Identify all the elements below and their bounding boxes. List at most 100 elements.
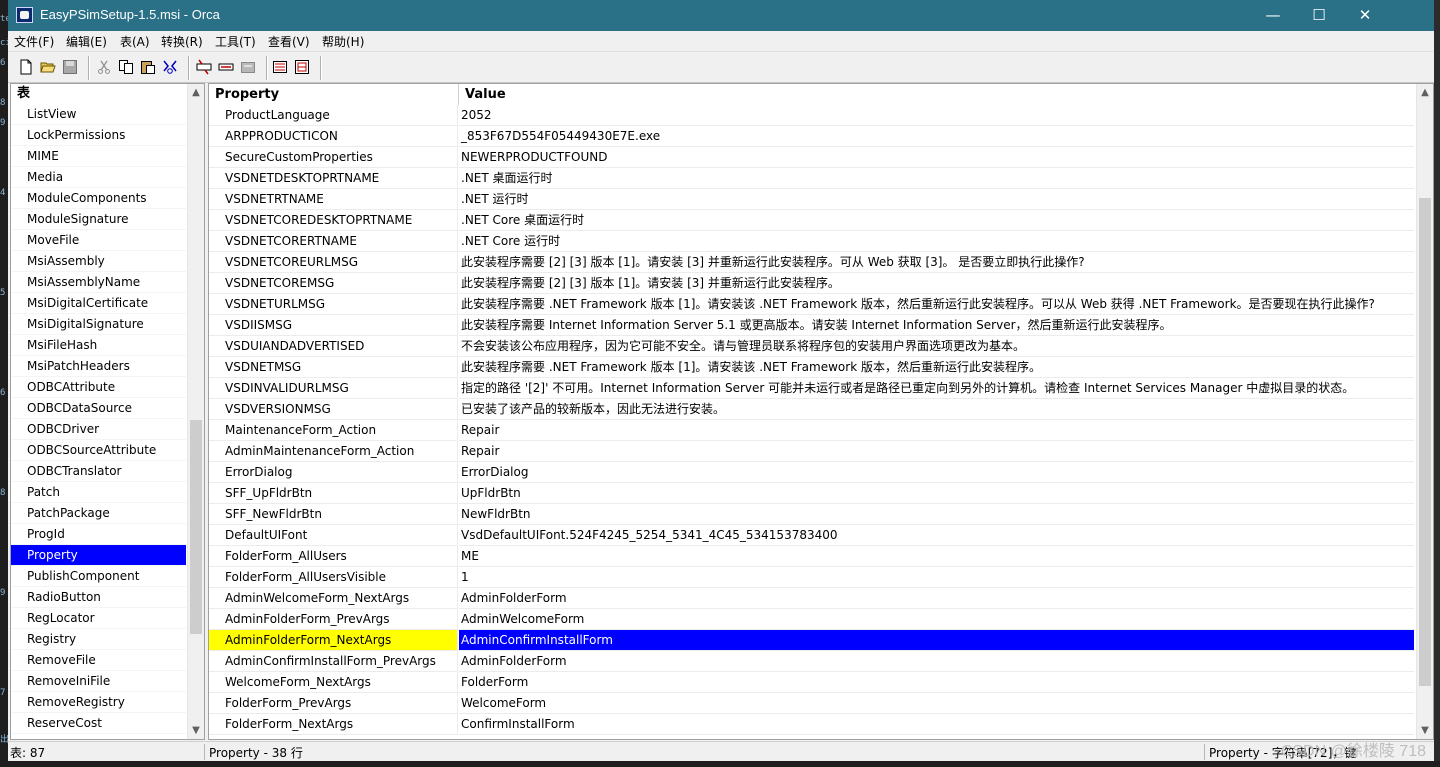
- table-row[interactable]: WelcomeForm_NextArgs FolderForm: [209, 672, 1414, 693]
- table-row[interactable]: ARPPRODUCTICON _853F67D554F05449430E7E.ex…: [209, 126, 1414, 147]
- table-list-item[interactable]: MsiPatchHeaders: [11, 356, 186, 377]
- property-cell[interactable]: AdminConfirmInstallForm_PrevArgs: [209, 651, 458, 672]
- copy-icon[interactable]: [118, 59, 134, 75]
- menu-file[interactable]: 文件(F): [14, 33, 54, 50]
- property-cell[interactable]: VSDINVALIDURLMSG: [209, 378, 458, 399]
- table-list-item[interactable]: MoveFile: [11, 230, 186, 251]
- property-cell[interactable]: SecureCustomProperties: [209, 147, 458, 168]
- table-row[interactable]: VSDNETCORERTNAME .NET Core 运行时: [209, 231, 1414, 252]
- menu-help[interactable]: 帮助(H): [322, 33, 364, 50]
- scroll-up-arrow-icon[interactable]: ▲: [188, 84, 204, 101]
- table-list-item[interactable]: RemoveFile: [11, 650, 186, 671]
- table-list-item[interactable]: PublishComponent: [11, 566, 186, 587]
- table-row[interactable]: AdminWelcomeForm_NextArgs AdminFolderForm: [209, 588, 1414, 609]
- table-row[interactable]: VSDNETRTNAME .NET 运行时: [209, 189, 1414, 210]
- table-list-item[interactable]: Registry: [11, 629, 186, 650]
- property-cell[interactable]: ARPPRODUCTICON: [209, 126, 458, 147]
- minimize-button[interactable]: —: [1250, 0, 1296, 31]
- property-cell[interactable]: FolderForm_AllUsers: [209, 546, 458, 567]
- property-cell[interactable]: VSDNETMSG: [209, 357, 458, 378]
- property-cell[interactable]: VSDNETCOREDESKTOPRTNAME: [209, 210, 458, 231]
- table-row[interactable]: MaintenanceForm_Action Repair: [209, 420, 1414, 441]
- table-row[interactable]: VSDNETDESKTOPRTNAME .NET 桌面运行时: [209, 168, 1414, 189]
- scroll-thumb[interactable]: [1419, 198, 1431, 686]
- value-cell[interactable]: 此安装程序需要 .NET Framework 版本 [1]。请安装该 .NET …: [459, 357, 1414, 378]
- value-cell[interactable]: AdminWelcomeForm: [459, 609, 1414, 630]
- property-cell[interactable]: AdminWelcomeForm_NextArgs: [209, 588, 458, 609]
- table-row[interactable]: VSDNETMSG 此安装程序需要 .NET Framework 版本 [1]。请…: [209, 357, 1414, 378]
- table-list-item[interactable]: ProgId: [11, 524, 186, 545]
- table-row[interactable]: VSDUIANDADVERTISED 不会安装该公布应用程序，因为它可能不安全。请…: [209, 336, 1414, 357]
- table-row[interactable]: SFF_NewFldrBtn NewFldrBtn: [209, 504, 1414, 525]
- save-icon[interactable]: [62, 59, 78, 75]
- table-list-item[interactable]: ODBCTranslator: [11, 461, 186, 482]
- value-cell[interactable]: Repair: [459, 441, 1414, 462]
- property-cell[interactable]: MaintenanceForm_Action: [209, 420, 458, 441]
- table-list-item[interactable]: RemoveIniFile: [11, 671, 186, 692]
- column-header-value[interactable]: Value: [459, 84, 1414, 105]
- table-list-item[interactable]: PatchPackage: [11, 503, 186, 524]
- table-row[interactable]: VSDNETURLMSG 此安装程序需要 .NET Framework 版本 [1…: [209, 294, 1414, 315]
- scroll-down-arrow-icon[interactable]: ▼: [188, 722, 204, 739]
- table-row[interactable]: FolderForm_AllUsers ME: [209, 546, 1414, 567]
- value-cell[interactable]: ME: [459, 546, 1414, 567]
- table-list-item[interactable]: ReserveCost: [11, 713, 186, 734]
- value-cell[interactable]: AdminFolderForm: [459, 588, 1414, 609]
- table-list-item[interactable]: ODBCAttribute: [11, 377, 186, 398]
- property-cell[interactable]: VSDIISMSG: [209, 315, 458, 336]
- table-list-item[interactable]: Media: [11, 167, 186, 188]
- value-cell[interactable]: NEWERPRODUCTFOUND: [459, 147, 1414, 168]
- property-cell[interactable]: FolderForm_AllUsersVisible: [209, 567, 458, 588]
- table-list-item[interactable]: ListView: [11, 104, 186, 125]
- table-row[interactable]: ErrorDialog ErrorDialog: [209, 462, 1414, 483]
- table-row[interactable]: VSDNETCOREURLMSG 此安装程序需要 [2] [3] 版本 [1]。请…: [209, 252, 1414, 273]
- value-cell[interactable]: 此安装程序需要 [2] [3] 版本 [1]。请安装 [3] 并重新运行此安装程…: [459, 252, 1414, 273]
- table-row[interactable]: AdminConfirmInstallForm_PrevArgs AdminFol…: [209, 651, 1414, 672]
- table-list-item[interactable]: Property: [11, 545, 186, 566]
- property-cell[interactable]: AdminMaintenanceForm_Action: [209, 441, 458, 462]
- menu-view[interactable]: 查看(V): [268, 33, 310, 50]
- table-row[interactable]: FolderForm_AllUsersVisible 1: [209, 567, 1414, 588]
- table-list-item[interactable]: ModuleComponents: [11, 188, 186, 209]
- grid-scrollbar[interactable]: ▲ ▼: [1416, 84, 1433, 739]
- table-list-item[interactable]: RadioButton: [11, 587, 186, 608]
- table-row[interactable]: SFF_UpFldrBtn UpFldrBtn: [209, 483, 1414, 504]
- value-cell[interactable]: .NET Core 运行时: [459, 231, 1414, 252]
- menu-tools[interactable]: 工具(T): [215, 33, 256, 50]
- tables-scrollbar[interactable]: ▲ ▼: [187, 84, 204, 739]
- scroll-thumb[interactable]: [190, 420, 202, 634]
- menu-tables[interactable]: 表(A): [120, 33, 150, 50]
- table-row[interactable]: DefaultUIFont VsdDefaultUIFont.524F4245_5…: [209, 525, 1414, 546]
- value-cell[interactable]: WelcomeForm: [459, 693, 1414, 714]
- property-cell[interactable]: VSDUIANDADVERTISED: [209, 336, 458, 357]
- table-row[interactable]: AdminFolderForm_NextArgs AdminConfirmInst…: [209, 630, 1414, 651]
- table-row[interactable]: VSDNETCOREDESKTOPRTNAME .NET Core 桌面运行时: [209, 210, 1414, 231]
- value-cell[interactable]: UpFldrBtn: [459, 483, 1414, 504]
- value-cell[interactable]: ConfirmInstallForm: [459, 714, 1414, 735]
- menu-transform[interactable]: 转换(R): [161, 33, 203, 50]
- value-cell[interactable]: FolderForm: [459, 672, 1414, 693]
- maximize-button[interactable]: ☐: [1296, 0, 1342, 31]
- paste-icon[interactable]: [140, 59, 156, 75]
- table-row[interactable]: VSDIISMSG 此安装程序需要 Internet Information Se…: [209, 315, 1414, 336]
- property-cell[interactable]: VSDNETCORERTNAME: [209, 231, 458, 252]
- property-cell[interactable]: DefaultUIFont: [209, 525, 458, 546]
- table-row[interactable]: AdminMaintenanceForm_Action Repair: [209, 441, 1414, 462]
- table-row[interactable]: VSDNETCOREMSG 此安装程序需要 [2] [3] 版本 [1]。请安装 …: [209, 273, 1414, 294]
- property-cell[interactable]: WelcomeForm_NextArgs: [209, 672, 458, 693]
- table-row[interactable]: ProductLanguage 2052: [209, 105, 1414, 126]
- column-header-property[interactable]: Property: [209, 84, 459, 105]
- value-cell[interactable]: .NET 桌面运行时: [459, 168, 1414, 189]
- property-cell[interactable]: ErrorDialog: [209, 462, 458, 483]
- table-row[interactable]: SecureCustomProperties NEWERPRODUCTFOUND: [209, 147, 1414, 168]
- property-cell[interactable]: VSDVERSIONMSG: [209, 399, 458, 420]
- value-cell[interactable]: 此安装程序需要 [2] [3] 版本 [1]。请安装 [3] 并重新运行此安装程…: [459, 273, 1414, 294]
- property-cell[interactable]: AdminFolderForm_NextArgs: [209, 630, 458, 651]
- tool-b-icon[interactable]: [218, 59, 234, 75]
- tool-a-icon[interactable]: [196, 59, 212, 75]
- table-list-item[interactable]: MsiFileHash: [11, 335, 186, 356]
- transform-icon[interactable]: [294, 59, 310, 75]
- property-cell[interactable]: VSDNETDESKTOPRTNAME: [209, 168, 458, 189]
- validate-icon[interactable]: [272, 59, 288, 75]
- value-cell[interactable]: 已安装了该产品的较新版本，因此无法进行安装。: [459, 399, 1414, 420]
